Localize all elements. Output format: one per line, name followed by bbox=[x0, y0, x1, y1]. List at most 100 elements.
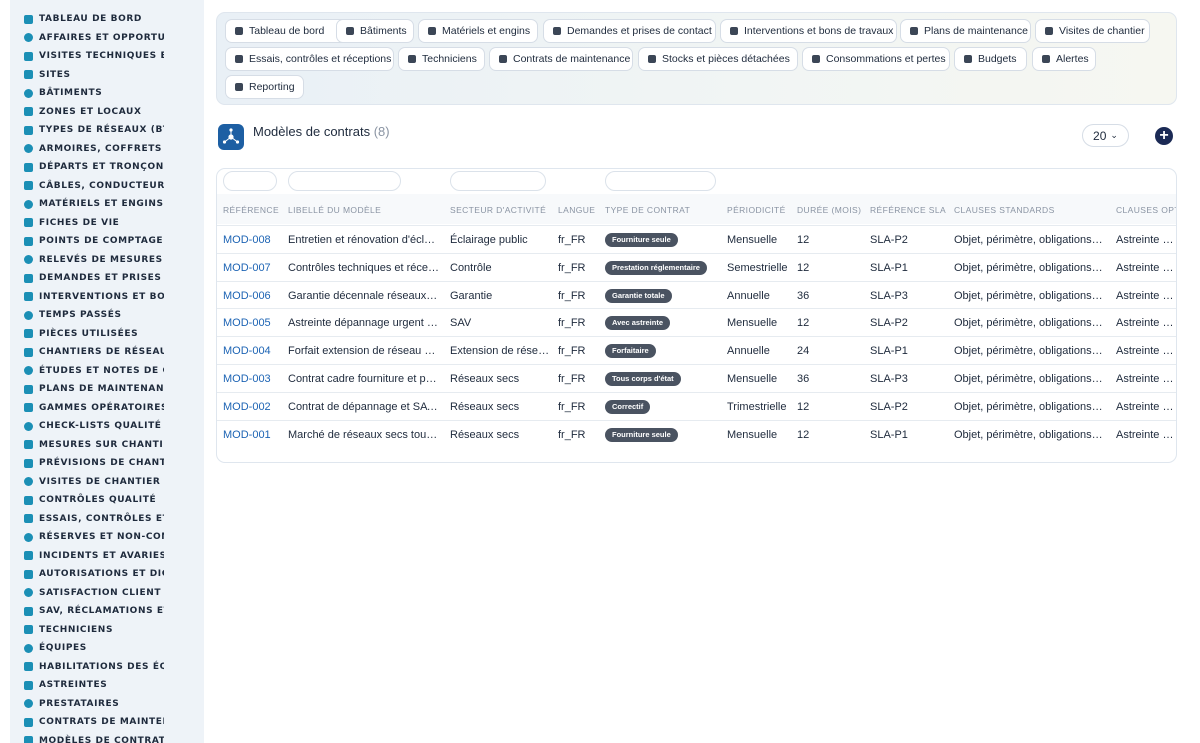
column-filter-input[interactable] bbox=[605, 171, 716, 191]
sidebar-item[interactable]: MATÉRIELS ET ENGINS bbox=[24, 195, 164, 213]
table-cell: Réseaux secs bbox=[450, 400, 520, 413]
sidebar-item[interactable]: CHECK-LISTS QUALITÉ bbox=[24, 417, 164, 435]
reference-link[interactable]: MOD-003 bbox=[223, 365, 283, 393]
sidebar-item[interactable]: MESURES SUR CHANTIER bbox=[24, 436, 164, 454]
sidebar-item[interactable]: ZONES ET LOCAUX bbox=[24, 103, 164, 121]
sidebar-item[interactable]: INCIDENTS ET AVARIES bbox=[24, 547, 164, 565]
nav-button[interactable]: Reporting bbox=[225, 75, 304, 99]
table-row[interactable]: MOD-002 Contrat de dépannage et SAV résea… bbox=[217, 391, 1176, 421]
table-row[interactable]: MOD-004 Forfait extension de réseau clé e… bbox=[217, 336, 1176, 365]
page-title: Modèles de contrats (8) bbox=[253, 124, 390, 139]
column-header[interactable]: Périodicité bbox=[727, 205, 786, 215]
nav-button[interactable]: Essais, contrôles et réceptions bbox=[225, 47, 394, 71]
nav-button[interactable]: Contrats de maintenance bbox=[489, 47, 633, 71]
sidebar-item[interactable]: SATISFACTION CLIENT bbox=[24, 584, 164, 602]
table-row[interactable]: MOD-007 Contrôles techniques et réception… bbox=[217, 252, 1176, 282]
table-cell: 12 bbox=[797, 428, 810, 441]
table-cell: Forfait extension de réseau clé en main bbox=[288, 345, 440, 358]
sidebar-item[interactable]: CÂBLES, CONDUCTEURS bbox=[24, 177, 164, 195]
reference-link[interactable]: MOD-005 bbox=[223, 309, 283, 337]
sidebar-item[interactable]: ARMOIRES, COFFRETS ET TABLEAUX bbox=[24, 140, 164, 158]
column-header[interactable]: Clauses optionnelles bbox=[1116, 205, 1176, 215]
column-filter-input[interactable] bbox=[223, 171, 277, 191]
reference-link[interactable]: MOD-004 bbox=[223, 337, 283, 365]
table-cell: Semestrielle bbox=[727, 261, 788, 274]
column-header[interactable]: Clauses standards bbox=[954, 205, 1055, 215]
reference-link[interactable]: MOD-001 bbox=[223, 421, 283, 449]
nav-button[interactable]: Demandes et prises de contact bbox=[543, 19, 716, 43]
table-row[interactable]: MOD-003 Contrat cadre fourniture et pose R… bbox=[217, 364, 1176, 393]
sidebar-item[interactable]: SAV, RÉCLAMATIONS ET GARANTIES bbox=[24, 602, 164, 620]
per-page-select[interactable]: 20 ⌄ bbox=[1082, 124, 1129, 147]
sidebar-item[interactable]: POINTS DE COMPTAGE ET MESURE bbox=[24, 232, 164, 250]
sidebar-item[interactable]: ÉQUIPES bbox=[24, 639, 164, 657]
column-filter-input[interactable] bbox=[450, 171, 546, 191]
sidebar-item[interactable]: CHANTIERS DE RÉSEAUX bbox=[24, 343, 164, 361]
sidebar-item[interactable]: AFFAIRES ET OPPORTUNITÉS bbox=[24, 29, 164, 47]
column-filter-input[interactable] bbox=[288, 171, 401, 191]
table-cell: 12 bbox=[797, 234, 810, 246]
table-row[interactable]: MOD-006 Garantie décennale réseaux secs Ga… bbox=[217, 280, 1176, 310]
sidebar-item[interactable]: PRÉVISIONS DE CHANTIER bbox=[24, 454, 164, 472]
sidebar-item-label: TEMPS PASSÉS bbox=[39, 310, 122, 320]
sidebar-item[interactable]: FICHES DE VIE bbox=[24, 214, 164, 232]
nav-button[interactable]: Interventions et bons de travaux bbox=[720, 19, 897, 43]
sidebar-item[interactable]: RELEVÉS DE MESURES bbox=[24, 251, 164, 269]
sidebar-item[interactable]: TEMPS PASSÉS bbox=[24, 306, 164, 324]
reference-link[interactable]: MOD-002 bbox=[223, 393, 283, 421]
sidebar-item[interactable]: PIÈCES UTILISÉES bbox=[24, 325, 164, 343]
table-row[interactable]: MOD-005 Astreinte dépannage urgent 24h/24… bbox=[217, 308, 1176, 337]
sidebar-item[interactable]: TYPES DE RÉSEAUX (BT / HTA) bbox=[24, 121, 164, 139]
sidebar-item[interactable]: CONTRÔLES QUALITÉ bbox=[24, 491, 164, 509]
sidebar-item[interactable]: VISITES DE CHANTIER bbox=[24, 473, 164, 491]
sidebar-item[interactable]: MODÈLES DE CONTRATS bbox=[24, 732, 164, 743]
sidebar-item[interactable]: HABILITATIONS DES ÉQUIPES bbox=[24, 658, 164, 676]
nav-button[interactable]: Matériels et engins bbox=[418, 19, 538, 43]
nav-button[interactable]: Budgets bbox=[954, 47, 1027, 71]
sidebar-item[interactable]: PLANS DE MAINTENANCE bbox=[24, 380, 164, 398]
column-header[interactable]: Référence bbox=[223, 205, 279, 215]
column-header[interactable]: Durée (mois) bbox=[797, 205, 861, 215]
column-header[interactable]: Référence SLA bbox=[870, 205, 946, 215]
nav-button[interactable]: Plans de maintenance bbox=[900, 19, 1031, 43]
column-header[interactable]: Libellé du modèle bbox=[288, 205, 381, 215]
nav-button[interactable]: Tableau de bord bbox=[225, 19, 351, 43]
nav-button[interactable]: Consommations et pertes bbox=[802, 47, 950, 71]
sidebar-item-label: PIÈCES UTILISÉES bbox=[39, 328, 139, 339]
sidebar-item[interactable]: DEMANDES ET PRISES DE CONTACT bbox=[24, 269, 164, 287]
gears-icon bbox=[24, 199, 33, 209]
sidebar-item[interactable]: TABLEAU DE BORD bbox=[24, 10, 164, 28]
nav-button-label: Tableau de bord bbox=[249, 25, 325, 37]
nav-button[interactable]: Stocks et pièces détachées bbox=[638, 47, 798, 71]
nav-button[interactable]: Visites de chantier bbox=[1035, 19, 1150, 43]
sidebar-item[interactable]: DÉPARTS ET TRONÇONS bbox=[24, 158, 164, 176]
sidebar-item[interactable]: ESSAIS, CONTRÔLES ET RÉCEPTIONS bbox=[24, 510, 164, 528]
sidebar-item[interactable]: GAMMES OPÉRATOIRES bbox=[24, 399, 164, 417]
table-row[interactable]: MOD-001 Marché de réseaux secs tous corps… bbox=[217, 419, 1176, 449]
table-row[interactable]: MOD-008 Entretien et rénovation d'éclaira… bbox=[217, 225, 1176, 254]
sidebar-item[interactable]: SITES bbox=[24, 66, 164, 84]
add-icon[interactable]: + bbox=[1155, 127, 1173, 145]
sidebar-item[interactable]: INTERVENTIONS ET BONS DE TRAVAUX bbox=[24, 288, 164, 306]
sidebar-item[interactable]: CONTRATS DE MAINTENANCE bbox=[24, 713, 164, 731]
sidebar-item[interactable]: BÂTIMENTS bbox=[24, 84, 164, 102]
record-count: (8) bbox=[373, 124, 390, 139]
sidebar-item[interactable]: ÉTUDES ET NOTES DE CALCUL bbox=[24, 362, 164, 380]
column-header[interactable]: Langue bbox=[558, 205, 595, 215]
column-header[interactable]: Secteur d'activité bbox=[450, 205, 546, 215]
sidebar-item[interactable]: PRESTATAIRES bbox=[24, 695, 164, 713]
reference-link[interactable]: MOD-007 bbox=[223, 254, 283, 282]
reference-link[interactable]: MOD-008 bbox=[223, 226, 283, 254]
column-header[interactable]: Type de contrat bbox=[605, 205, 690, 215]
sidebar-item[interactable]: TECHNICIENS bbox=[24, 621, 164, 639]
nav-button[interactable]: Alertes bbox=[1032, 47, 1096, 71]
sidebar-item[interactable]: RÉSERVES ET NON-CONFORMITÉS bbox=[24, 528, 164, 546]
sidebar-item[interactable]: ASTREINTES bbox=[24, 676, 164, 694]
nav-button[interactable]: Techniciens bbox=[398, 47, 485, 71]
nav-button[interactable]: Bâtiments bbox=[336, 19, 414, 43]
nav-button-label: Consommations et pertes bbox=[826, 53, 946, 65]
sidebar-item[interactable]: VISITES TECHNIQUES ET DEVIS bbox=[24, 47, 164, 65]
reference-link[interactable]: MOD-006 bbox=[223, 282, 283, 310]
table-cell: SAV bbox=[450, 317, 472, 330]
sidebar-item[interactable]: AUTORISATIONS ET DICT bbox=[24, 565, 164, 583]
